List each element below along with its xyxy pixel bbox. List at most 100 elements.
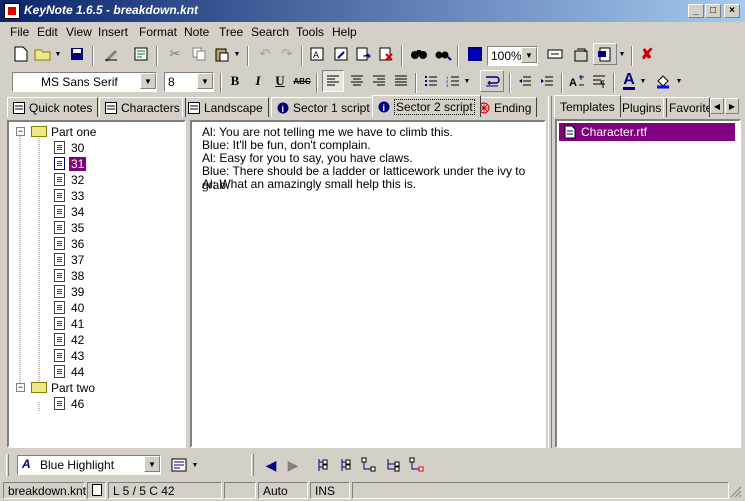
maximize-button[interactable]: □ — [705, 4, 721, 18]
chevron-down-icon[interactable]: ▼ — [144, 456, 160, 472]
tree-item[interactable]: 41 — [9, 316, 179, 332]
numbering-icon[interactable]: 123 — [442, 70, 464, 92]
tree-item[interactable]: 33 — [9, 188, 179, 204]
tab-sector-2-script[interactable]: i Sector 2 script — [372, 95, 481, 117]
redo-icon[interactable]: ↷ — [276, 43, 298, 65]
tree-item[interactable]: 44 — [9, 364, 179, 380]
tree-item[interactable]: 38 — [9, 268, 179, 284]
tab-characters[interactable]: Characters — [99, 97, 186, 117]
align-center-icon[interactable] — [346, 70, 368, 92]
zoom-select[interactable]: 100% ▼ — [487, 46, 538, 66]
style-select[interactable]: A Blue Highlight ▼ — [17, 455, 161, 475]
minimize-button[interactable]: _ — [688, 4, 704, 18]
menu-file[interactable]: File — [10, 25, 29, 39]
align-left-icon[interactable] — [322, 70, 344, 92]
menu-help[interactable]: Help — [332, 25, 357, 39]
resize-grip-icon[interactable] — [730, 486, 742, 498]
arrow-right-icon[interactable]: ▶ — [282, 454, 304, 476]
tree-child-icon[interactable] — [358, 454, 380, 476]
editor-panel[interactable]: Al: You are not telling me we have to cl… — [190, 120, 546, 448]
tab-scroll-left-icon[interactable]: ◀ — [710, 98, 724, 114]
new-file-icon[interactable] — [10, 43, 32, 65]
tab-favorites[interactable]: Favorite — [663, 97, 710, 117]
chevron-down-icon[interactable]: ▼ — [140, 73, 156, 89]
menu-note[interactable]: Note — [184, 25, 209, 39]
save-icon[interactable] — [66, 43, 88, 65]
close-note-icon[interactable]: ✘ — [636, 43, 658, 65]
menu-search[interactable]: Search — [251, 25, 289, 39]
font-size-select[interactable]: 8 ▼ — [164, 72, 214, 92]
undo-icon[interactable]: ↶ — [254, 43, 276, 65]
underline-button[interactable]: U — [269, 70, 291, 92]
bullets-icon[interactable] — [420, 70, 442, 92]
collapse-icon[interactable]: − — [16, 383, 25, 392]
tree-delete-icon[interactable] — [406, 454, 428, 476]
menu-view[interactable]: View — [66, 25, 92, 39]
align-right-icon[interactable] — [368, 70, 390, 92]
tab-quick-notes[interactable]: Quick notes — [7, 97, 99, 117]
tab-plugins[interactable]: Plugins — [616, 97, 668, 117]
arrow-left-icon[interactable]: ◀ — [260, 454, 282, 476]
open-dropdown-icon[interactable]: ▼ — [53, 43, 63, 65]
delete-note-icon[interactable] — [375, 43, 397, 65]
tree-item[interactable]: 43 — [9, 348, 179, 364]
app-icon[interactable] — [4, 3, 20, 19]
outdent-icon[interactable] — [514, 70, 536, 92]
highlight-dropdown-icon[interactable]: ▼ — [674, 70, 684, 92]
tree-item[interactable]: 34 — [9, 204, 179, 220]
tree-sibling-icon[interactable] — [382, 454, 404, 476]
tree-folder-part-one[interactable]: − Part one — [9, 124, 179, 140]
font-color-icon[interactable]: A — [618, 70, 640, 92]
tree-add-icon[interactable] — [311, 454, 333, 476]
tab-ending[interactable]: Ending — [472, 97, 538, 117]
font-color-dropdown-icon[interactable]: ▼ — [638, 70, 648, 92]
tree-item[interactable]: 35 — [9, 220, 179, 236]
properties-icon[interactable] — [100, 43, 122, 65]
close-button[interactable]: × — [724, 4, 740, 18]
tree-folder-part-two[interactable]: − Part two — [9, 380, 179, 396]
tree-insert-icon[interactable] — [334, 454, 356, 476]
rename-note-icon[interactable] — [330, 43, 352, 65]
italic-button[interactable]: I — [247, 70, 269, 92]
tree-item[interactable]: 40 — [9, 300, 179, 316]
tree-item-selected[interactable]: 31 — [9, 156, 179, 172]
templates-list[interactable]: Character.rtf — [555, 119, 741, 448]
paste-dropdown-icon[interactable]: ▼ — [232, 43, 242, 65]
tree-item[interactable]: 46 — [9, 396, 179, 412]
menu-insert[interactable]: Insert — [98, 25, 128, 39]
bold-button[interactable]: B — [224, 70, 246, 92]
indent-icon[interactable] — [536, 70, 558, 92]
style-dropdown-icon[interactable]: ▼ — [190, 454, 200, 476]
panel-splitter[interactable] — [548, 96, 552, 448]
apply-style-icon[interactable] — [168, 454, 190, 476]
chevron-down-icon[interactable]: ▼ — [521, 47, 537, 63]
align-justify-icon[interactable] — [390, 70, 412, 92]
copy-icon[interactable] — [188, 43, 210, 65]
tree-item[interactable]: 37 — [9, 252, 179, 268]
paste-icon[interactable] — [211, 43, 233, 65]
tab-sector-1-script[interactable]: i Sector 1 script — [271, 97, 376, 117]
strikethrough-button[interactable]: ABC — [291, 70, 313, 92]
find-next-icon[interactable] — [432, 43, 454, 65]
wordwrap-toggle-icon[interactable] — [480, 70, 504, 92]
list-item[interactable]: Character.rtf — [559, 123, 735, 141]
menu-edit[interactable]: Edit — [37, 25, 58, 39]
font-size-icon[interactable]: A — [566, 70, 588, 92]
tab-templates[interactable]: Templates — [554, 95, 621, 117]
tree-item[interactable]: 39 — [9, 284, 179, 300]
cut-icon[interactable]: ✂ — [164, 43, 186, 65]
font-name-select[interactable]: MS Sans Serif ▼ — [12, 72, 157, 92]
print-preview-icon[interactable] — [130, 43, 152, 65]
highlight-icon[interactable] — [652, 70, 674, 92]
paragraph-format-icon[interactable]: ¶ — [588, 70, 610, 92]
tab-scroll-right-icon[interactable]: ▶ — [725, 98, 739, 114]
tree-item[interactable]: 42 — [9, 332, 179, 348]
tree-item[interactable]: 36 — [9, 236, 179, 252]
new-note-icon[interactable]: A — [306, 43, 328, 65]
collapse-icon[interactable]: − — [16, 127, 25, 136]
tree-item[interactable]: 30 — [9, 140, 179, 156]
move-note-icon[interactable] — [352, 43, 374, 65]
find-icon[interactable] — [408, 43, 430, 65]
template-dropdown-icon[interactable]: ▼ — [617, 43, 627, 65]
menu-tree[interactable]: Tree — [219, 25, 243, 39]
